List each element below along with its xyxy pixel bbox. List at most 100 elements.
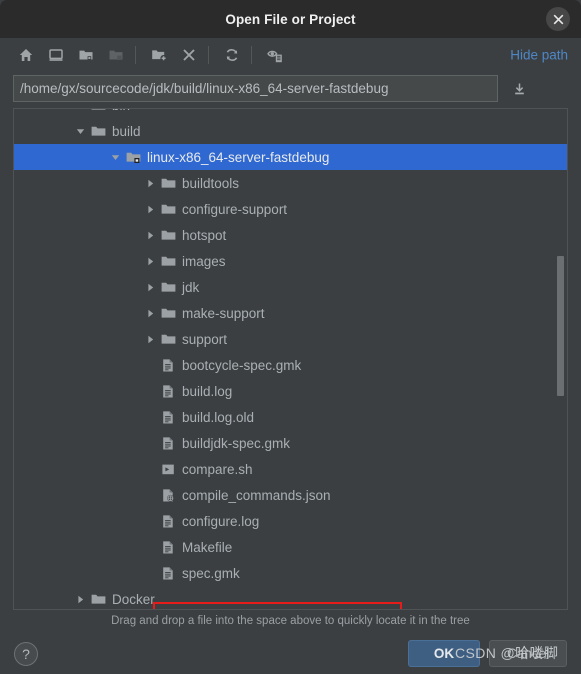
cancel-button[interactable]: Cancel — [489, 640, 567, 667]
tree-row-label: images — [182, 253, 226, 269]
folder-icon — [125, 149, 142, 166]
tree-row[interactable]: compare.sh — [14, 456, 567, 482]
hide-path-link[interactable]: Hide path — [510, 48, 568, 63]
toolbar-separator — [135, 46, 136, 64]
tree-row-label: jdk — [182, 279, 200, 295]
file-icon — [160, 565, 177, 582]
tree-row-label: buildjdk-spec.gmk — [182, 435, 291, 451]
tree-row[interactable]: compile_commands.json — [14, 482, 567, 508]
show-hidden-icon[interactable] — [262, 42, 288, 68]
scrollbar-thumb[interactable] — [557, 256, 564, 396]
tree-row[interactable]: make-support — [14, 300, 567, 326]
drag-drop-hint: Drag and drop a file into the space abov… — [111, 615, 470, 627]
tree-row[interactable]: linux-x86_64-server-fastdebug — [14, 144, 567, 170]
close-icon[interactable] — [546, 7, 570, 31]
file-icon — [160, 357, 177, 374]
delete-icon[interactable] — [176, 42, 202, 68]
toolbar-separator — [251, 46, 252, 64]
script-file-icon — [160, 461, 177, 478]
folder-icon — [90, 123, 107, 140]
chevron-right-icon[interactable] — [74, 593, 87, 606]
path-input[interactable]: /home/gx/sourcecode/jdk/build/linux-x86_… — [13, 75, 498, 102]
file-icon — [160, 383, 177, 400]
dialog-titlebar: Open File or Project — [0, 0, 581, 38]
refresh-icon[interactable] — [219, 42, 245, 68]
home-icon[interactable] — [13, 42, 39, 68]
tree-row-label: hotspot — [182, 227, 227, 243]
tree-row[interactable]: build — [14, 118, 567, 144]
desktop-icon[interactable] — [43, 42, 69, 68]
tree-row-label: buildtools — [182, 175, 240, 191]
folder-icon — [160, 279, 177, 296]
tree-row[interactable]: Makefile — [14, 534, 567, 560]
chevron-right-icon[interactable] — [74, 109, 87, 112]
folder-icon — [160, 305, 177, 322]
tree-row-label: build — [112, 123, 141, 139]
new-folder-icon[interactable] — [146, 42, 172, 68]
tree-row-label: Docker — [112, 591, 155, 607]
tree-row-label: compile_commands.json — [182, 487, 331, 503]
tree-row[interactable]: build.log — [14, 378, 567, 404]
module-folder-icon — [103, 42, 129, 68]
download-arrow-icon[interactable] — [508, 78, 530, 100]
ok-button[interactable]: OK — [408, 640, 480, 667]
chevron-right-icon[interactable] — [144, 333, 157, 346]
tree-row[interactable]: buildjdk-spec.gmk — [14, 430, 567, 456]
tree-row[interactable]: bootcycle-spec.gmk — [14, 352, 567, 378]
tree-row[interactable]: configure.log — [14, 508, 567, 534]
file-tree-viewport: bin build linux-x86_64-server-fastdebugbui… — [14, 109, 567, 609]
tree-row[interactable]: hotspot — [14, 222, 567, 248]
folder-icon — [160, 253, 177, 270]
folder-icon — [160, 175, 177, 192]
tree-row[interactable]: spec.gmk — [14, 560, 567, 586]
tree-row[interactable]: images — [14, 248, 567, 274]
project-folder-icon[interactable] — [73, 42, 99, 68]
chevron-right-icon[interactable] — [144, 229, 157, 242]
tree-row-label: build.log.old — [182, 409, 255, 425]
folder-icon — [90, 591, 107, 608]
tree-row[interactable]: buildtools — [14, 170, 567, 196]
chevron-right-icon[interactable] — [144, 281, 157, 294]
file-icon — [160, 435, 177, 452]
folder-icon — [90, 109, 107, 114]
dialog-title: Open File or Project — [225, 11, 356, 27]
folder-icon — [160, 331, 177, 348]
chevron-down-icon[interactable] — [109, 151, 122, 164]
chevron-right-icon[interactable] — [144, 307, 157, 320]
toolbar: Hide path — [0, 38, 581, 72]
tree-row-label: make-support — [182, 305, 265, 321]
tree-row[interactable]: Docker — [14, 586, 567, 609]
path-row: /home/gx/sourcecode/jdk/build/linux-x86_… — [0, 72, 581, 106]
json-file-icon — [160, 487, 177, 504]
tree-row-label: configure.log — [182, 513, 260, 529]
chevron-right-icon[interactable] — [144, 177, 157, 190]
tree-row[interactable]: bin — [14, 109, 567, 118]
tree-row-label: support — [182, 331, 228, 347]
help-button[interactable]: ? — [14, 642, 38, 666]
vertical-scrollbar[interactable] — [555, 110, 566, 609]
tree-row[interactable]: jdk — [14, 274, 567, 300]
tree-row-label: spec.gmk — [182, 565, 240, 581]
folder-icon — [160, 201, 177, 218]
chevron-right-icon[interactable] — [144, 203, 157, 216]
tree-row[interactable]: build.log.old — [14, 404, 567, 430]
tree-row-label: linux-x86_64-server-fastdebug — [147, 149, 330, 165]
chevron-right-icon[interactable] — [144, 255, 157, 268]
tree-row[interactable]: configure-support — [14, 196, 567, 222]
tree-row[interactable]: support — [14, 326, 567, 352]
file-icon — [160, 409, 177, 426]
tree-row-label: bin — [112, 109, 130, 113]
tree-row-label: configure-support — [182, 201, 288, 217]
chevron-down-icon[interactable] — [74, 125, 87, 138]
folder-icon — [160, 227, 177, 244]
file-icon — [160, 513, 177, 530]
tree-row-label: Makefile — [182, 539, 233, 555]
tree-row-label: bootcycle-spec.gmk — [182, 357, 302, 373]
